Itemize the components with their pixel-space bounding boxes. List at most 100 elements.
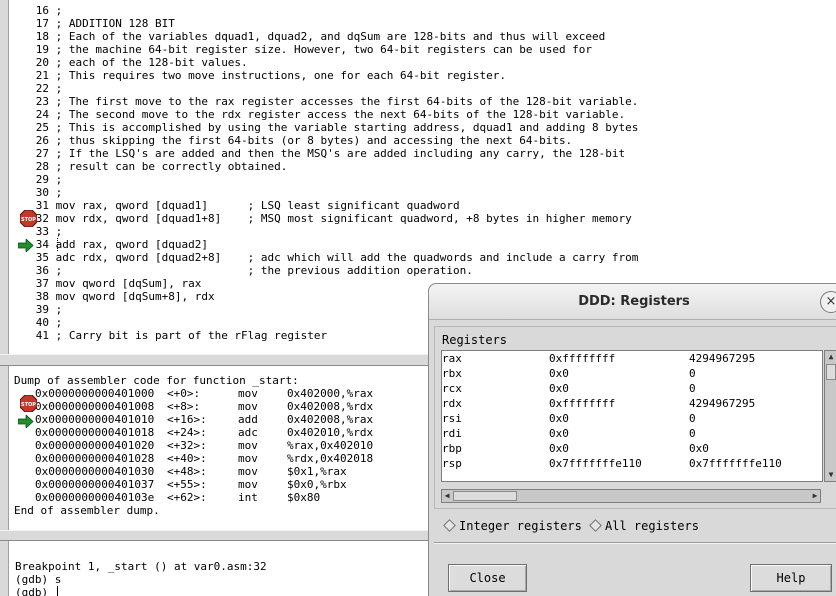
source-line[interactable]: 28 ; result can be correctly obtained. (9, 160, 288, 173)
source-line[interactable]: 30 ; (9, 186, 63, 199)
asm-address: 0x0000000000401020 (35, 439, 155, 452)
close-button[interactable]: Close (448, 564, 527, 592)
source-line[interactable]: 35 adc rdx, qword [dquad2+8] ; adc which… (9, 251, 639, 264)
line-number: 22 (35, 82, 49, 95)
source-text: ; (55, 4, 63, 17)
register-row[interactable]: rsp 0x7fffffffe110 0x7fffffffe110 (442, 456, 822, 471)
green-arrow-icon (17, 413, 34, 429)
source-line[interactable]: 17 ; ADDITION 128 BIT (9, 17, 175, 30)
green-arrow-icon (17, 237, 34, 253)
source-line[interactable]: 32 mov rdx, qword [dquad1+8] ; MSQ most … (9, 212, 632, 225)
register-row[interactable]: rdi 0x0 0 (442, 426, 822, 441)
console-line: (gdb) s (15, 573, 62, 586)
source-line[interactable]: 39 ; (9, 303, 63, 316)
register-row[interactable]: rdx 0xffffffff 4294967295 (442, 396, 822, 411)
source-line[interactable]: 23 ; The first move to the rax register … (9, 95, 639, 108)
source-line[interactable]: 16 ; (9, 4, 63, 17)
source-line[interactable]: 41 ; Carry bit is part of the rFlag regi… (9, 329, 327, 342)
asm-offset: <+62>: (167, 491, 207, 504)
source-text: ; thus skipping the first 64-bits (or 8 … (55, 134, 573, 147)
source-text: ; (55, 82, 63, 95)
scroll-thumb[interactable] (826, 364, 836, 380)
asm-operands: %rax,0x402010 (287, 439, 374, 452)
svg-text:STOP: STOP (21, 402, 36, 408)
register-row[interactable]: rcx 0x0 0 (442, 381, 822, 396)
register-row[interactable]: rax 0xffffffff 4294967295 (442, 351, 822, 366)
source-line[interactable]: 34 add rax, qword [dquad2] (9, 238, 208, 251)
source-line[interactable]: 24 ; The second move to the rdx register… (9, 108, 625, 121)
source-line[interactable]: 26 ; thus skipping the first 64-bits (or… (9, 134, 572, 147)
register-hex-value: 0x0 (549, 412, 569, 425)
line-number: 23 (35, 95, 49, 108)
asm-opcode: mov (238, 439, 258, 452)
dialog-close-button[interactable]: × (820, 291, 836, 313)
asm-offset: <+24>: (167, 426, 207, 439)
source-line[interactable]: 22 ; (9, 82, 63, 95)
dialog-title: DDD: Registers (578, 294, 690, 309)
line-number: 38 (35, 290, 49, 303)
source-line[interactable]: 36 ; ; the previous addition operation. (9, 264, 473, 277)
register-row[interactable]: rsi 0x0 0 (442, 411, 822, 426)
register-hex-value: 0x0 (549, 442, 569, 455)
stop-sign-icon[interactable]: STOP (19, 209, 38, 228)
source-line[interactable]: 38 mov qword [dqSum+8], rdx (9, 290, 215, 303)
scroll-right-arrow-icon[interactable]: ▶ (810, 490, 820, 502)
svg-text:STOP: STOP (21, 217, 36, 223)
console-prompt[interactable]: (gdb) (15, 586, 58, 596)
asm-operands: $0x1,%rax (287, 465, 347, 478)
source-line[interactable]: 19 ; the machine 64-bit register size. H… (9, 43, 592, 56)
source-line[interactable]: 29 ; (9, 173, 63, 186)
asm-header: Dump of assembler code for function _sta… (14, 374, 299, 387)
source-line[interactable]: 37 mov qword [dqSum], rax (9, 277, 202, 290)
source-line[interactable]: 21 ; This requires two move instructions… (9, 69, 506, 82)
source-line[interactable]: 27 ; If the LSQ's are added and then the… (9, 147, 625, 160)
register-hex-value: 0x0 (549, 382, 569, 395)
register-natural-value: 4294967295 (689, 352, 756, 365)
register-row[interactable]: rbp 0x0 0x0 (442, 441, 822, 456)
asm-operands: $0x80 (287, 491, 321, 504)
register-row[interactable]: rbx 0x0 0 (442, 366, 822, 381)
asm-opcode: mov (238, 478, 258, 491)
scroll-down-arrow-icon[interactable]: ▼ (825, 469, 836, 481)
source-text: mov qword [dqSum+8], rdx (55, 290, 215, 303)
dialog-titlebar[interactable]: DDD: Registers × (429, 284, 836, 320)
source-text: ; result can be correctly obtained. (55, 160, 288, 173)
register-hex-value: 0x7fffffffe110 (549, 457, 642, 470)
registers-group-label: Registers (442, 333, 508, 347)
source-line[interactable]: 20 ; each of the 128-bit values. (9, 56, 248, 69)
line-number: 30 (35, 186, 49, 199)
left-gutter (0, 0, 9, 596)
stop-sign-icon[interactable]: STOP (19, 394, 38, 413)
help-button[interactable]: Help (750, 564, 832, 592)
source-line[interactable]: 18 ; Each of the variables dquad1, dquad… (9, 30, 606, 43)
source-text: adc rdx, qword [dquad2+8] ; adc which wi… (55, 251, 639, 264)
asm-opcode: mov (238, 465, 258, 478)
registers-horizontal-scrollbar[interactable]: ◀ ▶ (441, 489, 821, 503)
register-natural-value: 0 (689, 412, 696, 425)
register-hex-value: 0xffffffff (549, 397, 616, 410)
source-text: mov qword [dqSum], rax (55, 277, 202, 290)
source-text: ; ADDITION 128 BIT (55, 17, 175, 30)
integer-registers-radio[interactable]: Integer registers (443, 519, 582, 533)
register-name: rsi (442, 412, 462, 425)
source-text: ; (55, 225, 63, 238)
register-natural-value: 0 (689, 382, 696, 395)
scroll-left-arrow-icon[interactable]: ◀ (442, 490, 452, 502)
source-text: ; The second move to the rdx register ac… (55, 108, 626, 121)
scroll-thumb[interactable] (453, 491, 517, 501)
line-number: 21 (35, 69, 49, 82)
registers-list[interactable]: rax 0xffffffff 4294967295 rbx 0x0 0 rcx 0x0 0 rdx… (441, 350, 823, 482)
asm-opcode: int (238, 491, 258, 504)
source-line[interactable]: 25 ; This is accomplished by using the v… (9, 121, 639, 134)
asm-operands: 0x402008,%rax (287, 413, 374, 426)
source-line[interactable]: 40 ; (9, 316, 63, 329)
registers-vertical-scrollbar[interactable]: ▲ ▼ (824, 350, 836, 482)
all-registers-radio[interactable]: All registers (589, 519, 699, 533)
source-cursor (57, 238, 58, 251)
asm-address: 0x0000000000401010 (35, 413, 155, 426)
source-line[interactable]: 31 mov rax, qword [dquad1] ; LSQ least s… (9, 199, 460, 212)
source-text: ; Each of the variables dquad1, dquad2, … (55, 30, 606, 43)
line-number: 24 (35, 108, 49, 121)
source-text: ; (55, 303, 63, 316)
scroll-up-arrow-icon[interactable]: ▲ (825, 351, 836, 363)
